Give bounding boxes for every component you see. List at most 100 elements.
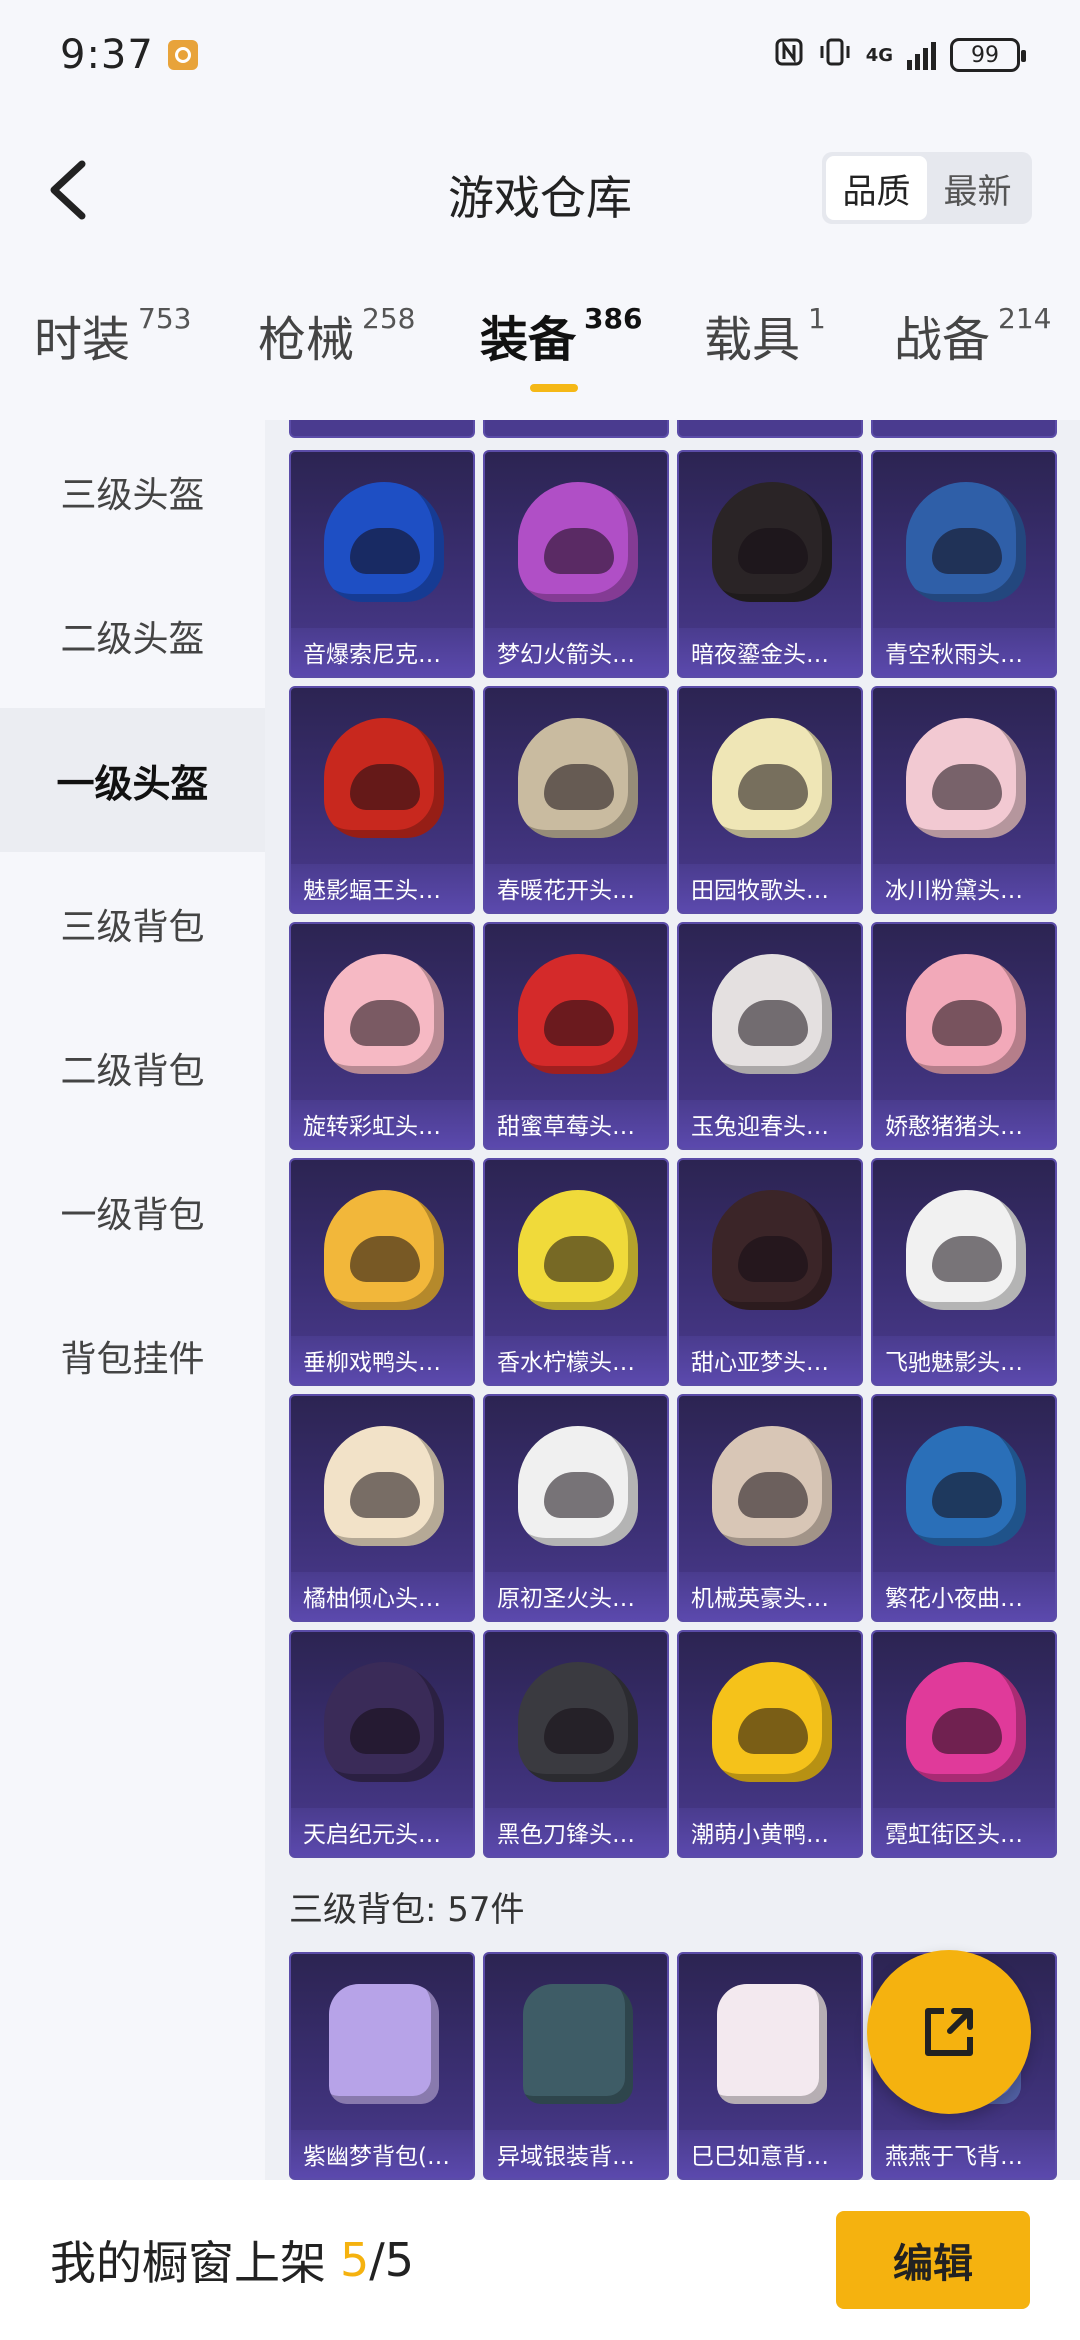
helmet-icon	[518, 1662, 638, 1782]
helmet-image	[485, 1160, 667, 1340]
helmet-card[interactable]: 繁花小夜曲…	[871, 1394, 1057, 1622]
sidebar-item-level1-backpack[interactable]: 一级背包	[0, 1140, 265, 1284]
helmet-icon	[518, 954, 638, 1074]
helmet-card[interactable]: 橘柚倾心头…	[289, 1394, 475, 1622]
item-name: 霓虹街区头…	[873, 1808, 1055, 1856]
tab-label: 时装	[34, 312, 131, 368]
tab-supplies[interactable]: 战备 214	[894, 300, 1051, 370]
battery-level: 99	[971, 42, 999, 68]
helmet-card[interactable]: 霓虹街区头…	[871, 1630, 1057, 1858]
tab-equipment[interactable]: 装备 386	[480, 300, 642, 370]
item-name: 暗夜鎏金头…	[679, 628, 861, 676]
share-button[interactable]	[867, 1950, 1031, 2114]
helmet-card[interactable]: 旋转彩虹头…	[289, 922, 475, 1150]
tab-guns[interactable]: 枪械 258	[258, 300, 415, 370]
subcategory-sidebar: 三级头盔 二级头盔 一级头盔 三级背包 二级背包 一级背包 背包挂件	[0, 420, 265, 2180]
helmet-icon	[906, 954, 1026, 1074]
helmet-image	[291, 1396, 473, 1576]
helmet-icon	[712, 718, 832, 838]
helmet-icon	[906, 482, 1026, 602]
item-name: 梦幻火箭头…	[485, 628, 667, 676]
helmet-image	[291, 688, 473, 868]
sidebar-item-level2-helmet[interactable]: 二级头盔	[0, 564, 265, 708]
helmet-image	[291, 1632, 473, 1812]
helmet-image	[873, 924, 1055, 1104]
sort-newest-button[interactable]: 最新	[927, 156, 1028, 220]
item-name: 异域银装背…	[485, 2130, 667, 2178]
helmet-image	[679, 1160, 861, 1340]
item-name: 黑色刀锋头…	[485, 1808, 667, 1856]
helmet-icon	[324, 482, 444, 602]
helmet-card[interactable]: 香水柠檬头…	[483, 1158, 669, 1386]
helmet-card[interactable]: 春暖花开头…	[483, 686, 669, 914]
helmet-card[interactable]: 天启纪元头…	[289, 1630, 475, 1858]
item-name: 旋转彩虹头…	[291, 1100, 473, 1148]
helmet-card[interactable]: 黑色刀锋头…	[483, 1630, 669, 1858]
sort-quality-button[interactable]: 品质	[826, 156, 927, 220]
item-name: 飞驰魅影头…	[873, 1336, 1055, 1384]
helmet-card[interactable]: 原初圣火头…	[483, 1394, 669, 1622]
helmet-image	[873, 452, 1055, 632]
tab-fashion[interactable]: 时装 753	[34, 300, 191, 370]
helmet-image	[485, 1396, 667, 1576]
helmet-icon	[712, 954, 832, 1074]
helmet-card[interactable]: 冰川粉黛头…	[871, 686, 1057, 914]
helmet-icon	[324, 1662, 444, 1782]
sidebar-item-backpack-charm[interactable]: 背包挂件	[0, 1284, 265, 1428]
edit-button[interactable]: 编辑	[836, 2211, 1030, 2309]
item-name: 燕燕于飞背…	[873, 2130, 1055, 2178]
tab-vehicles[interactable]: 载具 1	[704, 300, 826, 370]
helmet-card[interactable]: 飞驰魅影头…	[871, 1158, 1057, 1386]
backpack-image	[485, 1954, 667, 2134]
helmet-icon	[324, 1190, 444, 1310]
helmet-card[interactable]: 娇憨猪猪头…	[871, 922, 1057, 1150]
item-name: 魅影蝠王头…	[291, 864, 473, 912]
helmet-image	[291, 1160, 473, 1340]
showcase-total: 5	[384, 2233, 415, 2287]
partial-card	[483, 420, 669, 438]
helmet-icon	[518, 482, 638, 602]
helmet-image	[485, 688, 667, 868]
helmet-card[interactable]: 音爆索尼克…	[289, 450, 475, 678]
backpack-card[interactable]: 巳巳如意背…	[677, 1952, 863, 2180]
helmet-image	[485, 1632, 667, 1812]
helmet-card[interactable]: 潮萌小黄鸭…	[677, 1630, 863, 1858]
helmet-icon	[712, 1662, 832, 1782]
backpack-icon	[329, 1984, 439, 2104]
helmet-card[interactable]: 暗夜鎏金头…	[677, 450, 863, 678]
sidebar-item-level1-helmet[interactable]: 一级头盔	[0, 708, 265, 852]
helmet-image	[873, 1632, 1055, 1812]
helmet-card[interactable]: 垂柳戏鸭头…	[289, 1158, 475, 1386]
tab-label: 载具	[704, 312, 801, 368]
helmet-icon	[906, 718, 1026, 838]
backpack-image	[679, 1954, 861, 2134]
sidebar-item-level3-helmet[interactable]: 三级头盔	[0, 420, 265, 564]
helmet-card[interactable]: 机械英豪头…	[677, 1394, 863, 1622]
helmet-icon	[324, 718, 444, 838]
tab-count: 214	[998, 302, 1052, 335]
helmet-icon	[712, 1190, 832, 1310]
item-name: 繁花小夜曲…	[873, 1572, 1055, 1620]
tab-count: 386	[584, 302, 643, 335]
helmet-icon	[518, 1426, 638, 1546]
network-type: 4G	[865, 44, 893, 66]
helmet-card[interactable]: 玉兔迎春头…	[677, 922, 863, 1150]
backpack-card[interactable]: 紫幽梦背包(…	[289, 1952, 475, 2180]
backpack-icon	[523, 1984, 633, 2104]
item-name: 娇憨猪猪头…	[873, 1100, 1055, 1148]
helmet-card[interactable]: 甜心亚梦头…	[677, 1158, 863, 1386]
helmet-image	[873, 688, 1055, 868]
battery-icon: 99	[950, 38, 1026, 72]
sidebar-item-level3-backpack[interactable]: 三级背包	[0, 852, 265, 996]
item-name: 甜蜜草莓头…	[485, 1100, 667, 1148]
helmet-card[interactable]: 甜蜜草莓头…	[483, 922, 669, 1150]
helmet-card[interactable]: 青空秋雨头…	[871, 450, 1057, 678]
tab-label: 战备	[894, 312, 991, 368]
showcase-count: 5	[340, 2233, 370, 2287]
clock: 9:37	[60, 32, 154, 78]
sidebar-item-level2-backpack[interactable]: 二级背包	[0, 996, 265, 1140]
backpack-card[interactable]: 异域银装背…	[483, 1952, 669, 2180]
helmet-card[interactable]: 梦幻火箭头…	[483, 450, 669, 678]
helmet-card[interactable]: 魅影蝠王头…	[289, 686, 475, 914]
helmet-card[interactable]: 田园牧歌头…	[677, 686, 863, 914]
